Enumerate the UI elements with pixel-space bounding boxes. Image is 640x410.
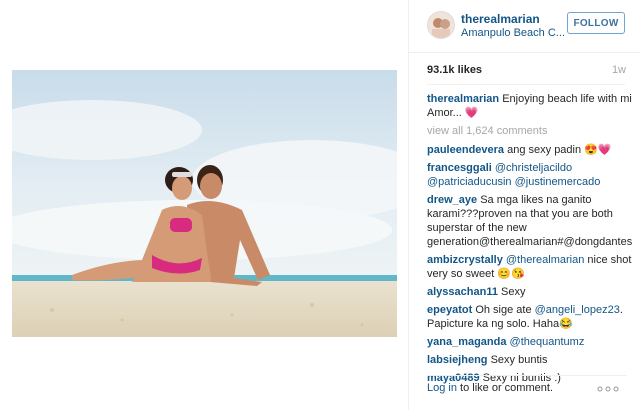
beach-photo (12, 70, 397, 337)
comment-username[interactable]: labsiejheng (427, 354, 488, 366)
post-header: therealmarian Amanpulo Beach C... FOLLOW (409, 0, 640, 53)
comment-mention[interactable]: @angeli_lopez23 (535, 304, 620, 316)
list-item: epeyatot Oh sige ate @angeli_lopez23. Pa… (427, 303, 632, 331)
list-item: yana_maganda @thequantumz (427, 335, 632, 349)
comment-mention[interactable]: @therealmarian (506, 254, 584, 266)
likes-count[interactable]: 93.1k likes (427, 64, 625, 76)
caption-username[interactable]: therealmarian (427, 93, 499, 105)
avatar-image (428, 12, 454, 38)
login-prompt-text: to like or comment. (456, 382, 553, 394)
post-side-panel: therealmarian Amanpulo Beach C... FOLLOW… (408, 0, 640, 410)
comment-text: Sexy (501, 286, 526, 298)
list-item: alyssachan11 Sexy (427, 285, 632, 299)
heart-emoji: 💗 (464, 107, 479, 119)
comment-username[interactable]: pauleendevera (427, 144, 504, 156)
list-item: pauleendevera ang sexy padin 😍💗 (427, 143, 632, 157)
comment-username[interactable]: alyssachan11 (427, 286, 498, 298)
post-photo[interactable] (12, 70, 397, 337)
comment-username[interactable]: ambizcrystally (427, 254, 503, 266)
comment-text: ang sexy padin 😍💗 (507, 144, 612, 156)
more-dots-icon[interactable] (597, 380, 619, 395)
post-username[interactable]: therealmarian (461, 12, 540, 26)
login-link[interactable]: Log in (427, 382, 457, 394)
more-dots-icon-svg (597, 386, 619, 392)
post-photo-area (0, 0, 408, 410)
view-all-comments-link[interactable]: view all 1,624 comments (427, 124, 632, 138)
comment-text: Sexy buntis (490, 354, 548, 366)
list-item: ambizcrystally @therealmarian nice shot … (427, 253, 632, 281)
comments-list: therealmarian Enjoying beach life with m… (427, 92, 632, 389)
avatar[interactable] (427, 11, 455, 39)
follow-button[interactable]: FOLLOW (567, 12, 625, 34)
list-item: labsiejheng Sexy buntis (427, 353, 632, 367)
divider (427, 84, 625, 85)
comment-mention[interactable]: @thequantumz (510, 336, 585, 348)
comment-username[interactable]: francesggali (427, 162, 492, 174)
list-item: drew_aye Sa mga likes na ganito karami??… (427, 193, 632, 249)
post-time[interactable]: 1w (612, 64, 626, 76)
comment-username[interactable]: epeyatot (427, 304, 472, 316)
comment-text: Oh sige ate (475, 304, 532, 316)
comment-username[interactable]: drew_aye (427, 194, 477, 206)
comment-username[interactable]: yana_maganda (427, 336, 506, 348)
list-item: francesggali @christeljacildo @patriciad… (427, 161, 632, 189)
caption: therealmarian Enjoying beach life with m… (427, 92, 632, 120)
post-location[interactable]: Amanpulo Beach C... (461, 27, 565, 39)
